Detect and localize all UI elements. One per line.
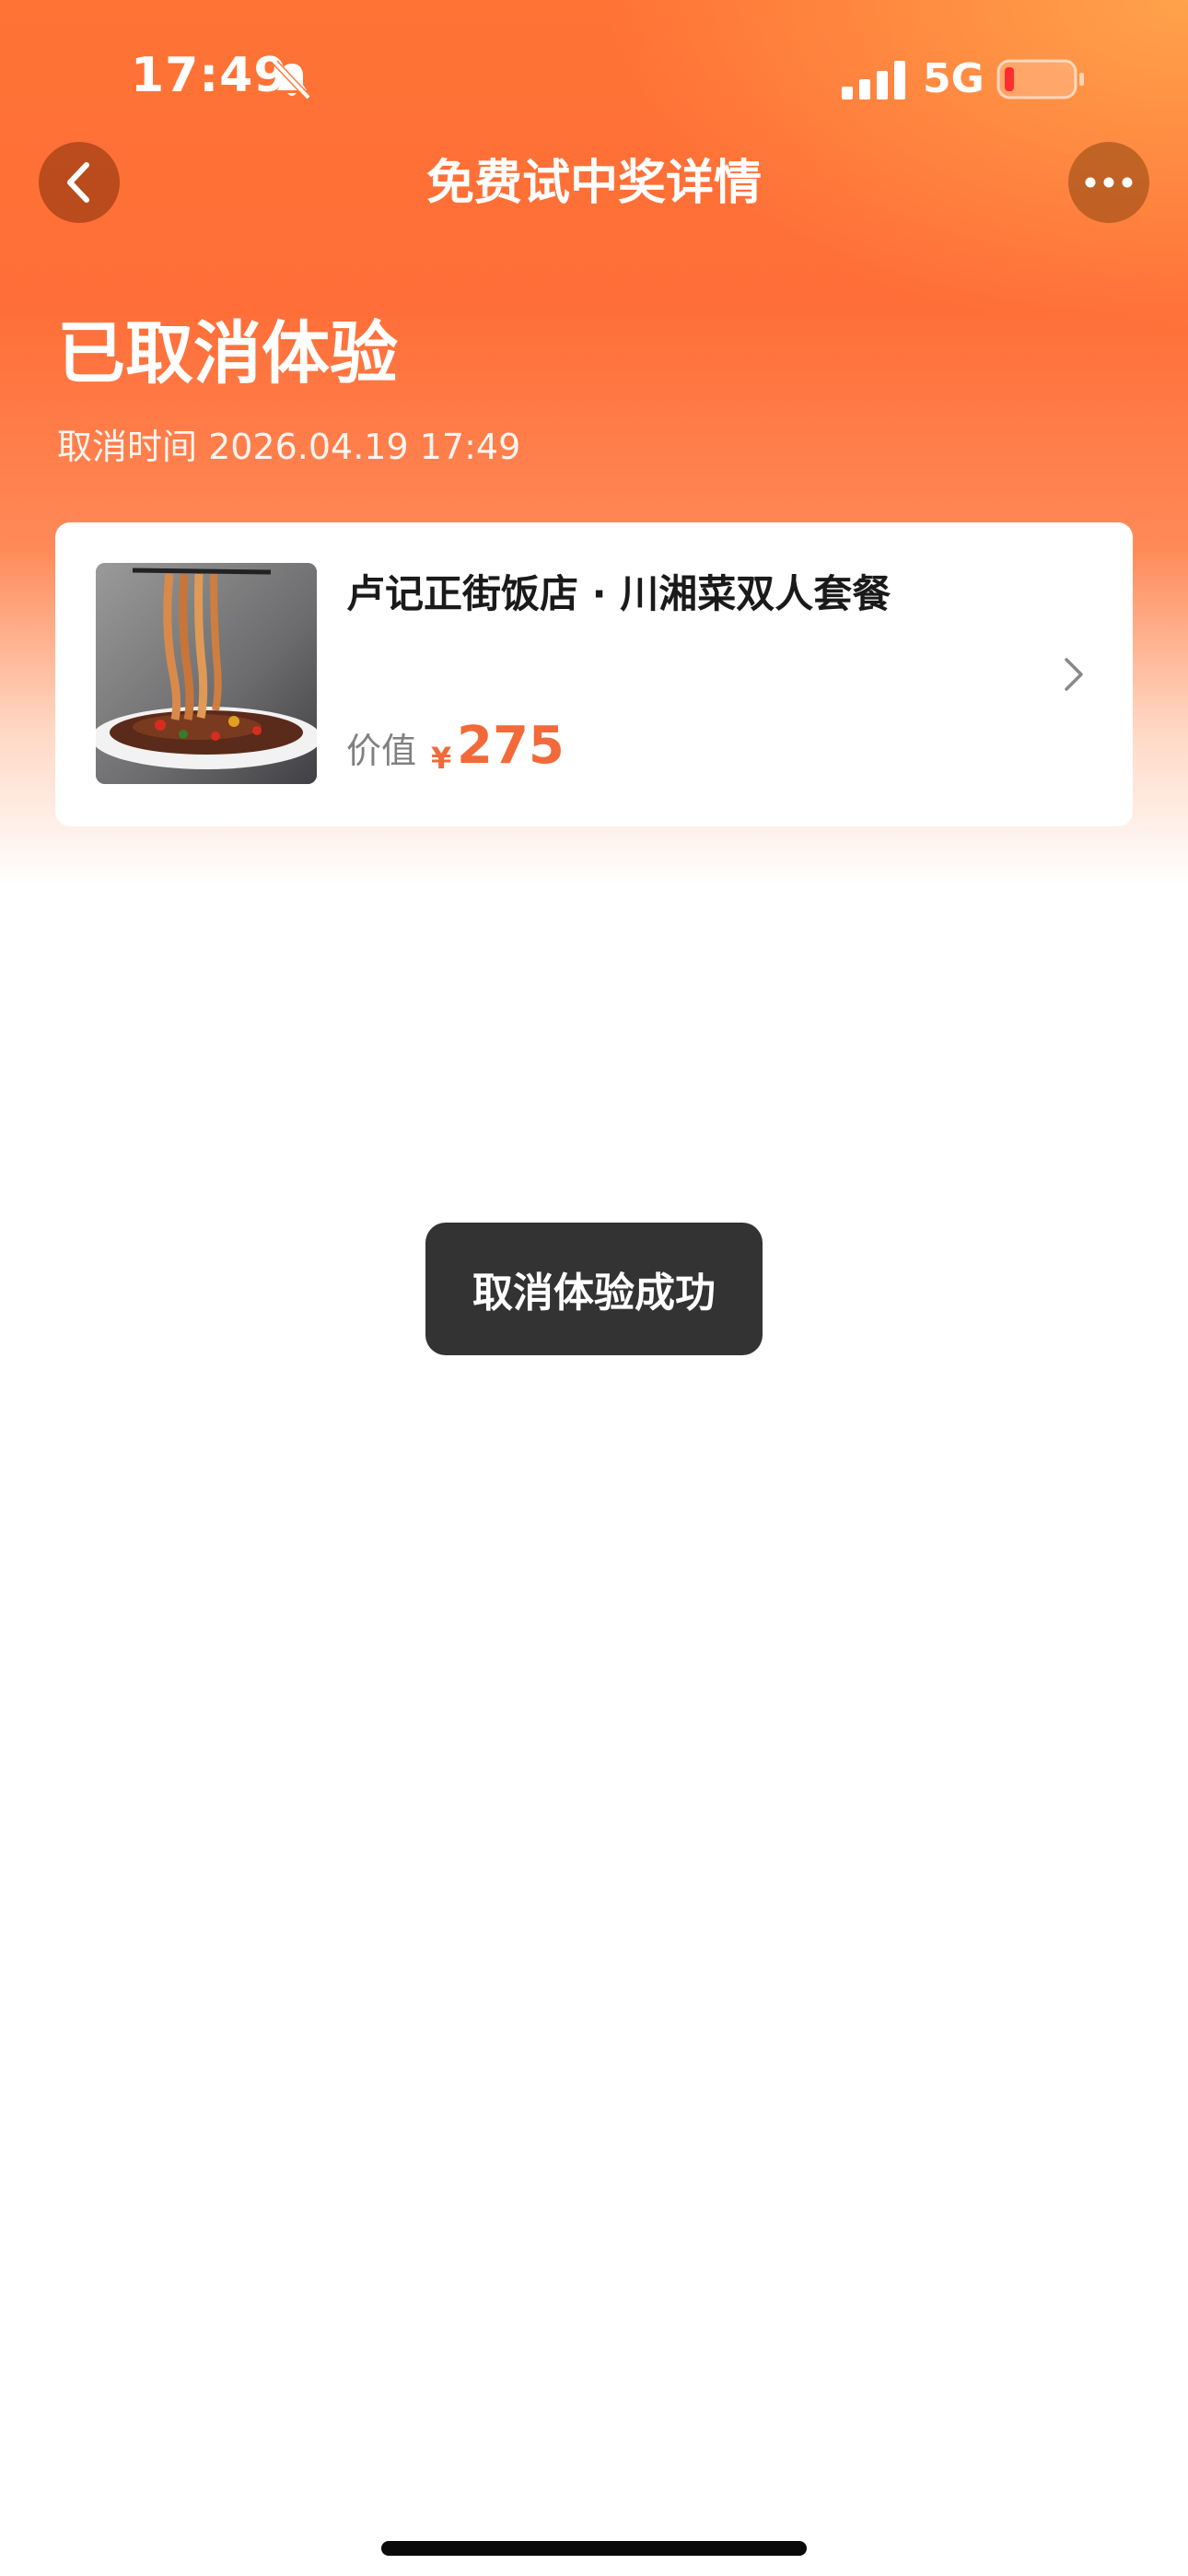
status-heading: 已取消体验 (57, 314, 398, 393)
more-button[interactable] (1068, 142, 1149, 223)
product-name: 卢记正街饭店 · 川湘菜双人套餐 (346, 571, 891, 616)
battery-icon (996, 59, 1084, 100)
nav-bar: 免费试中奖详情 (0, 138, 1188, 230)
product-thumbnail (96, 563, 317, 784)
price-value: 275 (457, 716, 565, 776)
price-currency: ¥ (431, 741, 452, 776)
price-label: 价值 (346, 731, 417, 771)
signal-icon (842, 61, 905, 100)
page-title: 免费试中奖详情 (425, 156, 762, 211)
toast-message: 取消体验成功 (425, 1223, 763, 1355)
cancel-time: 取消时间 2026.04.19 17:49 (57, 427, 521, 467)
product-card[interactable]: 卢记正街饭店 · 川湘菜双人套餐 价值 ¥ 275 (55, 522, 1133, 826)
chevron-right-icon (1065, 658, 1083, 691)
status-bar: 17:49 5G (0, 0, 1188, 157)
bell-off-icon (273, 60, 311, 100)
status-time: 17:49 (131, 48, 288, 103)
home-indicator[interactable] (381, 2541, 807, 2556)
noodle-dish-image (96, 563, 317, 784)
more-dots-icon (1085, 177, 1133, 188)
network-label: 5G (923, 55, 984, 102)
